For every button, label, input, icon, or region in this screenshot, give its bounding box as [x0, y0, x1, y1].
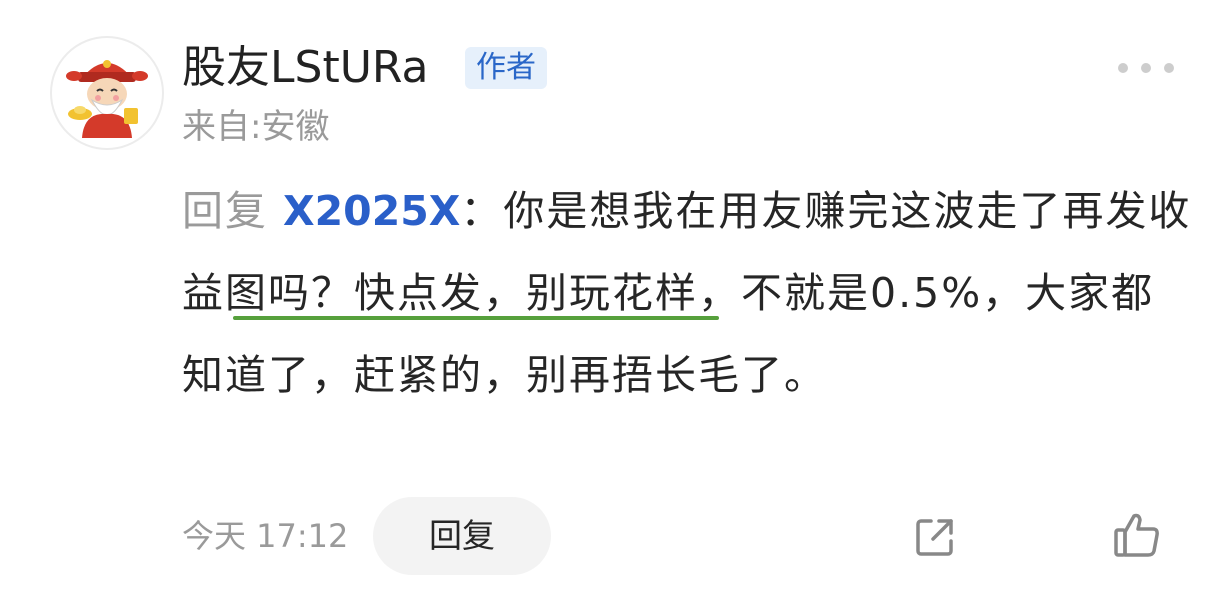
dot [1118, 63, 1128, 73]
reply-button[interactable]: 回复 [373, 497, 551, 575]
dot [1164, 63, 1174, 73]
comment-card: 股友LStURa 作者 来自:安徽 回复 X2025X：你是想我在用友赚完这波走… [0, 0, 1220, 603]
more-options-icon[interactable] [1118, 57, 1174, 79]
avatar[interactable] [50, 36, 164, 150]
highlight-underline [233, 316, 719, 320]
location-label: 来自:安徽 [182, 107, 330, 147]
mention-link[interactable]: X2025X [283, 187, 460, 235]
share-icon[interactable] [911, 513, 959, 561]
timestamp: 今天 17:12 [182, 517, 349, 555]
mention-separator: ： [460, 187, 504, 235]
reply-prefix: 回复 [182, 187, 268, 235]
username[interactable]: 股友LStURa [182, 38, 428, 98]
comment-body: 回复 X2025X：你是想我在用友赚完这波走了再发收益图吗？快点发，别玩花样，不… [182, 170, 1192, 416]
dot [1141, 63, 1151, 73]
god-of-wealth-avatar-icon [66, 60, 148, 138]
thumbs-up-icon[interactable] [1112, 510, 1162, 560]
author-badge: 作者 [465, 47, 547, 89]
